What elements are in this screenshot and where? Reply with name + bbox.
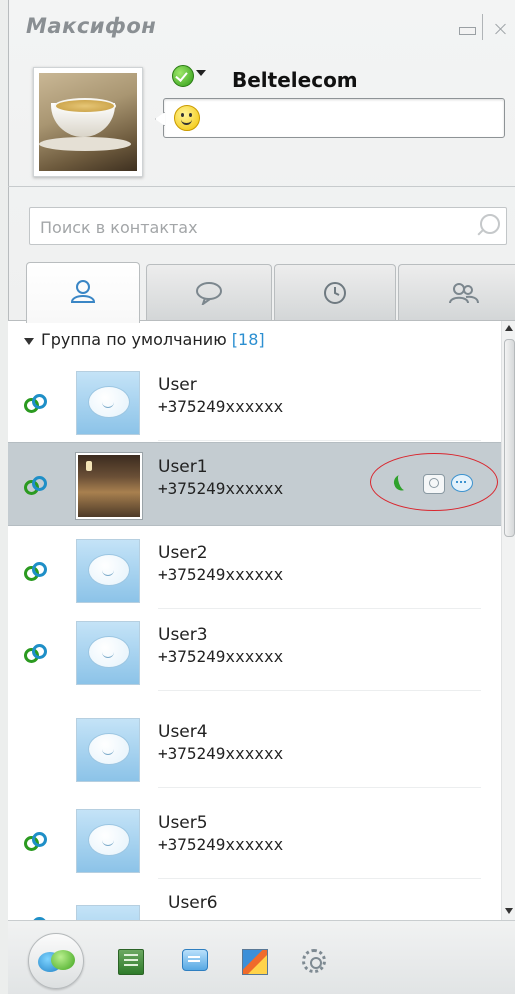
search-box[interactable] — [29, 207, 507, 245]
contact-name: User — [158, 375, 197, 395]
people-icon — [449, 283, 479, 304]
profile-name: Beltelecom — [232, 68, 358, 92]
close-button[interactable] — [490, 18, 512, 40]
green-bubble-icon — [51, 950, 75, 970]
group-name-text: Группа по умолчанию — [41, 330, 227, 349]
gallery-icon[interactable] — [242, 949, 268, 975]
sms-icon[interactable] — [182, 949, 208, 971]
chat-icon[interactable] — [451, 474, 473, 492]
tea-cup-shape — [51, 98, 116, 137]
speech-bubble-icon — [196, 282, 222, 305]
group-count: [18] — [231, 330, 265, 349]
status-dropdown-icon[interactable] — [196, 70, 206, 76]
app-window: Максифон Beltelecom Поиск в контактах Гр… — [0, 0, 515, 994]
contact-actions-highlight — [370, 453, 498, 511]
contact-phone: +375249xxxxxx — [158, 835, 284, 854]
mood-input[interactable] — [163, 98, 505, 138]
bottom-toolbar — [8, 920, 515, 994]
search-icon[interactable] — [476, 214, 500, 236]
contact-name: User1 — [158, 457, 208, 477]
online-status-icon — [24, 562, 47, 581]
online-status-icon — [24, 832, 47, 851]
photo-lamp-shape — [86, 461, 92, 471]
contact-phone: +375249xxxxxx — [158, 479, 284, 498]
contact-name: User2 — [158, 543, 208, 563]
tab-chat[interactable] — [146, 264, 272, 321]
video-call-icon[interactable] — [423, 474, 445, 494]
search-input[interactable] — [38, 214, 462, 240]
contact-avatar — [76, 371, 140, 435]
group-name: Группа по умолчанию [18] — [41, 330, 265, 349]
title-bar[interactable]: Максифон — [16, 8, 512, 44]
contact-avatar — [76, 809, 140, 873]
contact-row-selected[interactable]: User1 +375249xxxxxx — [8, 442, 501, 526]
contact-avatar — [76, 718, 140, 782]
contact-phone: +375249xxxxxx — [158, 647, 284, 666]
contact-avatar-photo — [76, 453, 142, 519]
online-status-icon — [24, 394, 47, 413]
settings-gear-icon[interactable] — [302, 949, 326, 973]
row-divider — [158, 787, 481, 788]
title-separator — [482, 14, 483, 40]
row-divider — [158, 690, 481, 691]
profile-avatar[interactable] — [33, 67, 143, 177]
row-divider — [158, 440, 481, 441]
contact-row[interactable]: User6 — [8, 881, 501, 920]
green-check-icon[interactable] — [172, 65, 194, 87]
contact-name: User5 — [158, 813, 208, 833]
app-title: Максифон — [26, 14, 157, 38]
contact-list[interactable]: Группа по умолчанию [18] User +375249xxx… — [8, 321, 501, 920]
tab-groups[interactable] — [398, 264, 515, 321]
phone-icon[interactable] — [391, 474, 411, 492]
profile-avatar-image — [39, 73, 137, 171]
scroll-thumb[interactable] — [504, 339, 515, 537]
tab-history[interactable] — [274, 264, 396, 321]
contact-avatar — [76, 905, 140, 920]
bubble-avatar-icon — [88, 733, 130, 765]
header-divider — [8, 186, 515, 187]
row-divider — [158, 878, 481, 879]
contact-phone: +375249xxxxxx — [158, 397, 284, 416]
contact-row[interactable]: User2 +375249xxxxxx — [8, 529, 501, 609]
contact-phone: +375249xxxxxx — [158, 744, 284, 763]
group-header[interactable]: Группа по умолчанию [18] — [8, 321, 501, 361]
clock-icon — [324, 282, 346, 304]
contact-row[interactable]: User +375249xxxxxx — [8, 361, 501, 441]
contact-row[interactable]: User4 +375249xxxxxx — [8, 708, 501, 788]
address-book-icon[interactable] — [118, 949, 144, 975]
contact-row[interactable]: User5 +375249xxxxxx — [8, 799, 501, 879]
saucer-shape — [39, 137, 131, 151]
row-divider — [158, 608, 481, 609]
contact-list-scrollbar[interactable] — [501, 321, 515, 920]
contact-avatar — [76, 539, 140, 603]
scroll-down-arrow-icon[interactable] — [505, 908, 513, 914]
bubble-avatar-icon — [88, 554, 130, 586]
bubble-avatar-icon — [88, 824, 130, 856]
contact-name: User4 — [158, 722, 208, 742]
tab-contacts[interactable] — [26, 262, 140, 323]
collapse-arrow-icon[interactable] — [24, 338, 34, 345]
bubble-avatar-icon — [88, 636, 130, 668]
minimize-button[interactable] — [456, 18, 478, 40]
bubble-avatar-icon — [88, 386, 130, 418]
contact-avatar — [76, 621, 140, 685]
online-status-icon — [24, 476, 47, 495]
contact-name: User6 — [168, 893, 218, 913]
scroll-up-arrow-icon[interactable] — [505, 325, 513, 331]
main-tabs — [26, 262, 515, 323]
person-icon — [70, 280, 96, 303]
messenger-button[interactable] — [28, 933, 84, 989]
contact-row[interactable]: User3 +375249xxxxxx — [8, 611, 501, 691]
smiley-icon[interactable] — [174, 105, 200, 131]
contact-phone: +375249xxxxxx — [158, 565, 284, 584]
online-status-icon — [24, 644, 47, 663]
contact-name: User3 — [158, 625, 208, 645]
